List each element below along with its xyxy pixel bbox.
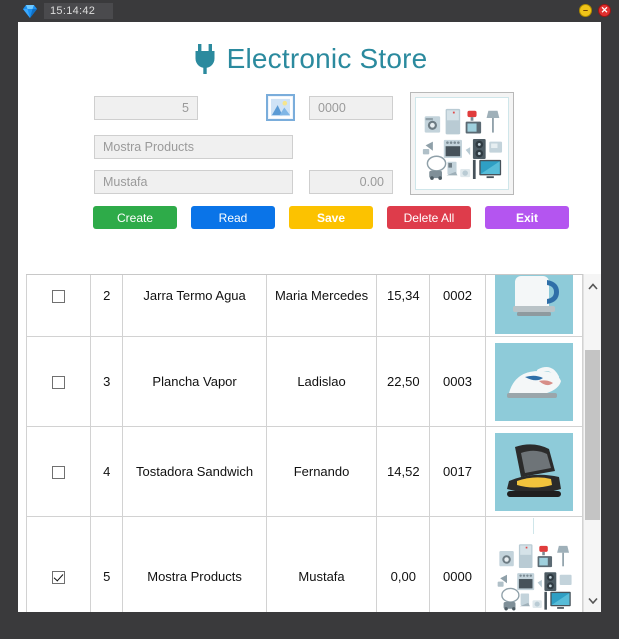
table-row[interactable]: 5 Mostra Products Mustafa 0,00 0000	[26, 516, 583, 612]
row-price: 22,50	[376, 336, 431, 427]
picture-icon[interactable]	[266, 94, 295, 121]
products-table: 2 Jarra Termo Agua Maria Mercedes 15,34 …	[26, 275, 583, 612]
row-checkbox[interactable]	[52, 571, 66, 585]
table-row[interactable]: 2 Jarra Termo Agua Maria Mercedes 15,34 …	[26, 275, 583, 337]
products-table-area: 2 Jarra Termo Agua Maria Mercedes 15,34 …	[26, 274, 601, 612]
application-window: 15:14:42 – ✕ Electronic Store 5 0000 Mos…	[0, 0, 619, 639]
row-id: 5	[90, 516, 124, 612]
delete-all-button[interactable]: Delete All	[387, 206, 471, 229]
product-id-input[interactable]: 5	[94, 96, 198, 120]
exit-button[interactable]: Exit	[485, 206, 569, 229]
table-row[interactable]: 4 Tostadora Sandwich Fernando 14,52 0017	[26, 426, 583, 517]
row-supplier: Fernando	[265, 426, 378, 517]
plug-icon	[192, 44, 218, 74]
row-select-cell[interactable]	[26, 336, 92, 427]
price-input[interactable]: 0.00	[309, 170, 393, 194]
row-name: Tostadora Sandwich	[122, 426, 267, 517]
product-form: 5 0000 Mostra Products Mustafa 0.00	[18, 84, 601, 206]
table-row[interactable]: 3 Plancha Vapor Ladislao 22,50 0003	[26, 336, 583, 427]
row-code: 0017	[429, 426, 486, 517]
row-code: 0000	[429, 516, 486, 612]
minimize-button[interactable]: –	[579, 4, 592, 17]
window-controls: – ✕	[579, 4, 611, 17]
row-select-cell[interactable]	[26, 275, 92, 337]
row-supplier: Maria Mercedes	[265, 275, 378, 337]
row-code: 0002	[429, 275, 486, 337]
read-button[interactable]: Read	[191, 206, 275, 229]
row-name: Mostra Products	[122, 516, 267, 612]
page-title: Electronic Store	[226, 43, 428, 74]
title-bar: 15:14:42 – ✕	[0, 0, 619, 22]
action-toolbar: Create Read Save Delete All Exit	[18, 206, 601, 236]
row-id: 2	[90, 275, 124, 337]
window-content: Electronic Store 5 0000 Mostra Products …	[18, 22, 601, 612]
row-select-cell[interactable]	[26, 516, 92, 612]
save-button[interactable]: Save	[289, 206, 373, 229]
products-table-scroll: 2 Jarra Termo Agua Maria Mercedes 15,34 …	[26, 274, 583, 612]
product-code-input[interactable]: 0000	[309, 96, 393, 120]
row-id: 4	[90, 426, 124, 517]
row-image-cell	[484, 336, 583, 427]
supplier-input[interactable]: Mustafa	[94, 170, 293, 194]
row-name: Jarra Termo Agua	[122, 275, 267, 337]
create-button[interactable]: Create	[93, 206, 177, 229]
scrollbar-thumb[interactable]	[585, 350, 600, 520]
row-id: 3	[90, 336, 124, 427]
row-image-cell	[484, 275, 583, 337]
row-price: 14,52	[376, 426, 431, 517]
row-checkbox[interactable]	[52, 376, 66, 390]
row-image-cell	[484, 426, 583, 517]
chevron-up-icon[interactable]	[584, 274, 601, 298]
row-supplier: Ladislao	[265, 336, 378, 427]
title-bar-left: 15:14:42	[22, 3, 114, 19]
clock-label: 15:14:42	[44, 3, 114, 19]
row-name: Plancha Vapor	[122, 336, 267, 427]
sandwich-maker-icon	[494, 432, 573, 511]
row-checkbox[interactable]	[52, 289, 66, 303]
row-supplier: Mustafa	[265, 516, 378, 612]
appliances-collage	[489, 518, 578, 612]
app-header: Electronic Store	[18, 22, 601, 84]
row-price: 15,34	[376, 275, 431, 337]
row-price: 0,00	[376, 516, 431, 612]
row-checkbox[interactable]	[52, 466, 66, 480]
row-image-cell	[484, 516, 583, 612]
iron-icon	[494, 342, 573, 421]
product-name-input[interactable]: Mostra Products	[94, 135, 293, 159]
product-image-preview[interactable]	[410, 92, 514, 195]
scrollbar-track[interactable]	[584, 298, 601, 588]
products-table-body: 2 Jarra Termo Agua Maria Mercedes 15,34 …	[26, 275, 583, 612]
table-scrollbar[interactable]	[583, 274, 601, 612]
chevron-down-icon[interactable]	[584, 588, 601, 612]
row-select-cell[interactable]	[26, 426, 92, 517]
kettle-icon	[494, 275, 573, 334]
gem-icon	[22, 3, 38, 19]
close-button[interactable]: ✕	[598, 4, 611, 17]
row-code: 0003	[429, 336, 486, 427]
appliances-collage	[415, 97, 509, 190]
